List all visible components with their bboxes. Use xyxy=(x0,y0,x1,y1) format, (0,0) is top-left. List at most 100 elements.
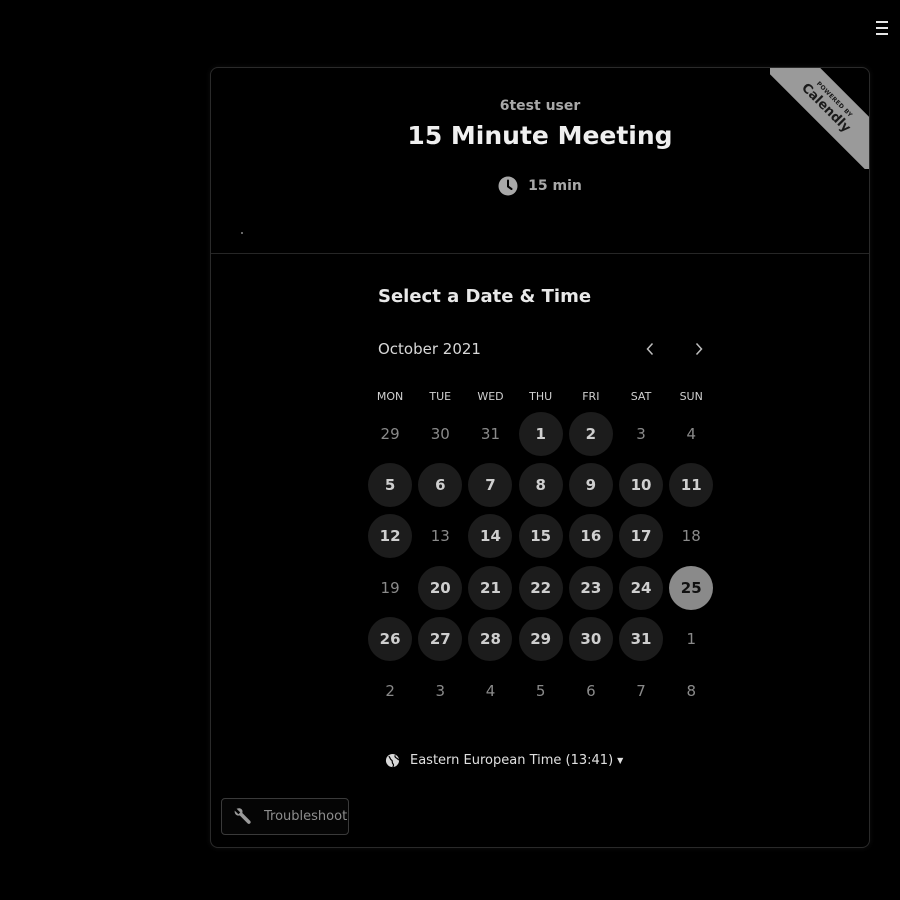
calendar-day-unavailable: 8 xyxy=(686,681,696,700)
event-duration: 15 min xyxy=(211,176,869,196)
calendar-day-unavailable: 4 xyxy=(686,424,696,443)
calendar-day-available[interactable]: 26 xyxy=(368,617,413,662)
calendar-day-available[interactable]: 21 xyxy=(468,565,513,610)
calendar-day-available[interactable]: 16 xyxy=(568,514,613,559)
calendar-cell: 22 xyxy=(516,562,566,613)
timezone-selector[interactable]: Eastern European Time (13:41) ▼ xyxy=(385,753,623,768)
calendar-cell: 23 xyxy=(566,562,616,613)
calendar-day-available[interactable]: 31 xyxy=(619,617,664,662)
calendar-cell: 4 xyxy=(666,408,716,459)
calendar-cell: 2 xyxy=(365,665,415,716)
calendar-day-unavailable: 31 xyxy=(480,424,501,443)
timezone-label: Eastern European Time (13:41) xyxy=(410,753,614,768)
weekday-header: MON xyxy=(376,390,404,403)
calendar-cell: 31 xyxy=(616,614,666,665)
weekday-header: TUE xyxy=(429,390,452,403)
calendar-day-available[interactable]: 22 xyxy=(518,565,563,610)
calendar-cell: 20 xyxy=(415,562,465,613)
next-month-button[interactable] xyxy=(687,336,711,362)
calendar-day-available[interactable]: 8 xyxy=(518,463,563,508)
calendar-cell: 29 xyxy=(365,408,415,459)
weekday-header: SUN xyxy=(679,390,703,403)
calendar-cell: 25 xyxy=(666,562,716,613)
troubleshoot-button[interactable]: Troubleshoot xyxy=(221,798,349,835)
clock-icon xyxy=(498,176,518,196)
chevron-left-icon xyxy=(646,342,654,356)
calendar-day-unavailable: 13 xyxy=(430,527,450,546)
calendar-day-available[interactable]: 10 xyxy=(619,463,664,508)
weekday-header: SAT xyxy=(630,390,652,403)
calendar-cell: 6 xyxy=(566,665,616,716)
calendar-day-unavailable: 2 xyxy=(385,681,395,700)
calendar-cell: 26 xyxy=(365,614,415,665)
calendar-cell: 9 xyxy=(566,459,616,510)
owner-name: 6test user xyxy=(499,98,581,114)
calendar-day-available[interactable]: 5 xyxy=(368,463,413,508)
calendar-cell: 29 xyxy=(516,614,566,665)
calendar-day-available[interactable]: 30 xyxy=(568,617,613,662)
calendar-day-unavailable: 30 xyxy=(430,424,450,443)
calendar-cell: 7 xyxy=(465,459,515,510)
event-header: 6test user 15 Minute Meeting 15 min xyxy=(211,68,869,254)
calendar-cell: 1 xyxy=(666,614,716,665)
calendar-cell: 1 xyxy=(516,408,566,459)
calendar-cell: 24 xyxy=(616,562,666,613)
calendar-day-unavailable: 18 xyxy=(681,527,701,546)
caret-down-icon: ▼ xyxy=(617,756,624,765)
calendar-day-available[interactable]: 14 xyxy=(468,514,513,559)
weekday-header: WED xyxy=(477,390,504,403)
calendar-cell: 15 xyxy=(516,511,566,562)
weekday-header: FRI xyxy=(582,390,600,403)
calendar-day-available[interactable]: 23 xyxy=(568,565,613,610)
description-dot xyxy=(241,232,243,234)
duration-label: 15 min xyxy=(528,178,582,194)
calendar-day-available[interactable]: 27 xyxy=(418,617,463,662)
calendar-day-available[interactable]: 6 xyxy=(418,463,463,508)
calendar-cell: 5 xyxy=(516,665,566,716)
calendar-cell: 16 xyxy=(566,511,616,562)
globe-icon xyxy=(385,753,400,768)
calendar-day-available[interactable]: 29 xyxy=(518,617,563,662)
calendar-day-available[interactable]: 28 xyxy=(468,617,513,662)
calendar-cell: 30 xyxy=(415,408,465,459)
select-date-heading: Select a Date & Time xyxy=(378,286,592,307)
calendar-cell: 28 xyxy=(465,614,515,665)
calendar-day-available[interactable]: 7 xyxy=(468,463,513,508)
calendar-cell: 3 xyxy=(415,665,465,716)
calendar-day-selected[interactable]: 25 xyxy=(669,565,714,610)
calendar-day-available[interactable]: 20 xyxy=(418,565,463,610)
hamburger-menu-icon[interactable] xyxy=(876,21,888,35)
prev-month-button[interactable] xyxy=(638,336,662,362)
troubleshoot-label: Troubleshoot xyxy=(264,809,348,824)
calendar-cell: 12 xyxy=(365,511,415,562)
calendar-day-unavailable: 6 xyxy=(586,681,596,700)
calendar-day-available[interactable]: 9 xyxy=(568,463,613,508)
calendar-day-available[interactable]: 17 xyxy=(619,514,664,559)
calendar-day-unavailable: 7 xyxy=(636,681,646,700)
calendar-day-available[interactable]: 24 xyxy=(619,565,664,610)
calendar-cell: 18 xyxy=(666,511,716,562)
calendar-cell: 2 xyxy=(566,408,616,459)
calendar-cell: 17 xyxy=(616,511,666,562)
calendar-cell: 10 xyxy=(616,459,666,510)
calendar-cell: 3 xyxy=(616,408,666,459)
calendar-day-available[interactable]: 2 xyxy=(568,411,613,456)
calendar-day-unavailable: 19 xyxy=(380,578,400,597)
calendar-cell: 19 xyxy=(365,562,415,613)
calendar-cell: 8 xyxy=(666,665,716,716)
chevron-right-icon xyxy=(695,342,703,356)
booking-card: POWERED BY Calendly 6test user 15 Minute… xyxy=(210,67,870,848)
calendar-day-available[interactable]: 11 xyxy=(669,463,714,508)
calendar-cell: 5 xyxy=(365,459,415,510)
calendar-day-unavailable: 3 xyxy=(636,424,646,443)
calendar-cell: 4 xyxy=(465,665,515,716)
calendar-day-unavailable: 4 xyxy=(485,681,496,700)
weekday-header: THU xyxy=(529,390,553,403)
calendar-day-unavailable: 29 xyxy=(380,424,400,443)
wrench-icon xyxy=(234,807,251,824)
calendar-day-available[interactable]: 15 xyxy=(518,514,563,559)
calendar-cell: 13 xyxy=(415,511,465,562)
event-title: 15 Minute Meeting xyxy=(407,121,673,150)
calendar-day-available[interactable]: 1 xyxy=(518,411,563,456)
calendar-day-available[interactable]: 12 xyxy=(368,514,413,559)
